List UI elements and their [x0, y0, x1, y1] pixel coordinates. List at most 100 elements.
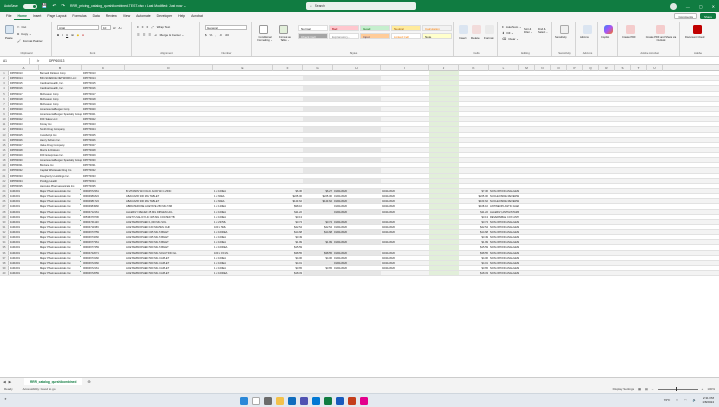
cell-c[interactable]: 00904677361: [82, 240, 125, 244]
cell-k[interactable]: $15.59: [459, 245, 489, 249]
cell-k[interactable]: $3.65: [459, 266, 489, 270]
cell-h[interactable]: [333, 215, 381, 219]
cell-g[interactable]: $1.99: [303, 240, 333, 244]
cell-style-calculation[interactable]: Calculation: [422, 25, 452, 31]
cell-a[interactable]: DPP60013: [9, 71, 39, 75]
cell-h[interactable]: 01/01/2020: [333, 230, 381, 234]
cell-f[interactable]: $98.10: [273, 204, 303, 208]
cell-e[interactable]: 1 x 1000EA: [213, 245, 273, 249]
cell-e[interactable]: 1 x 100EA: [213, 266, 273, 270]
cell-d[interactable]: B-VITAMIN W/ FOLIC ACID W/ C-ZINC: [125, 189, 213, 193]
cell-e[interactable]: 1 x 120EA: [213, 204, 273, 208]
cell-a[interactable]: 1101001: [9, 261, 39, 265]
tab-home[interactable]: Home: [14, 12, 30, 20]
tab-view[interactable]: View: [120, 12, 133, 20]
cell-a[interactable]: 1101001: [9, 256, 39, 260]
cell-b[interactable]: Henry Schein Inc.: [39, 138, 82, 142]
close-icon[interactable]: ✕: [712, 4, 715, 9]
cell-k[interactable]: $3.74: [459, 220, 489, 224]
conditional-format-button[interactable]: Conditional Formatting ⌄: [255, 36, 275, 42]
cell-g[interactable]: $225.00: [303, 194, 333, 198]
fill-color-icon[interactable]: ◆: [77, 33, 79, 37]
cell-a[interactable]: 1101001: [9, 220, 39, 224]
format-button[interactable]: Format: [484, 36, 494, 40]
cell-a[interactable]: DPP60034: [9, 179, 39, 183]
row-number[interactable]: 40: [0, 271, 9, 276]
comma-icon[interactable]: ,: [215, 33, 216, 37]
cell-a[interactable]: DPP60026: [9, 138, 39, 142]
font-size-select[interactable]: 10: [101, 25, 111, 30]
chevron-up-icon[interactable]: ˄: [676, 398, 678, 402]
cell-d[interactable]: ABACAVIR 300 MG TABLET: [125, 194, 213, 198]
cell-k[interactable]: $225.00: [459, 194, 489, 198]
cell-c[interactable]: 00904712161: [82, 210, 125, 214]
cell-b[interactable]: Kinray Inc.: [39, 122, 82, 126]
align-bottom-icon[interactable]: ≡: [147, 25, 149, 29]
cell-c[interactable]: DPP70015: [82, 81, 125, 85]
cell-c[interactable]: DPP70016: [82, 86, 125, 90]
row-number[interactable]: 17: [0, 153, 9, 158]
row-number[interactable]: 36: [0, 250, 9, 255]
document-cloud-icon[interactable]: [693, 25, 702, 34]
cell-l[interactable]: NON-OPIOID ANALGESICS: [489, 230, 519, 234]
cell-k[interactable]: $108.10: [459, 204, 489, 208]
cell-h[interactable]: 01/01/2020: [333, 261, 381, 265]
tab-automate[interactable]: Automate: [133, 12, 154, 20]
cell-i[interactable]: 02/21/2020: [381, 251, 429, 255]
cell-l[interactable]: NON-OPIOID ANALGESICS: [489, 271, 519, 275]
cell-b[interactable]: AmerisourceBergen Corp: [39, 107, 82, 111]
task-view-icon[interactable]: [264, 397, 272, 405]
row-number[interactable]: 1: [0, 71, 9, 76]
wifi-icon[interactable]: ◠: [684, 398, 687, 402]
cell-f[interactable]: $143.62: [273, 199, 303, 203]
cell-c[interactable]: 00904681724: [82, 199, 125, 203]
cell-g[interactable]: [303, 210, 333, 214]
cell-l[interactable]: NON-OPIOID ANALGESICS: [489, 225, 519, 229]
cell-a[interactable]: 1101001: [9, 240, 39, 244]
cell-b[interactable]: Major Pharmaceuticals Inc.: [39, 210, 82, 214]
row-number[interactable]: 24: [0, 188, 9, 194]
cell-b[interactable]: CuraScript Inc.: [39, 133, 82, 137]
cell-f[interactable]: $6.36: [273, 189, 303, 193]
cell-k[interactable]: $11.22: [459, 210, 489, 214]
cell-a[interactable]: 1101001: [9, 271, 39, 275]
cell-k[interactable]: $3.13: [459, 215, 489, 219]
cell-e[interactable]: 1 x 1000EA: [213, 271, 273, 275]
cell-f[interactable]: $3.13: [273, 215, 303, 219]
cell-l[interactable]: NUCLEOSIDE REVERSE TR INHIBITORS: [489, 199, 519, 203]
increase-decimal-icon[interactable]: .0: [219, 33, 222, 37]
volume-icon[interactable]: 🔈: [693, 398, 697, 402]
document-cloud-button[interactable]: Document Cloud: [685, 36, 713, 39]
row-number[interactable]: 4: [0, 86, 9, 91]
row-number[interactable]: 14: [0, 137, 9, 142]
indent-icon[interactable]: ⇥: [154, 33, 157, 37]
cell-g[interactable]: $3.74: [303, 220, 333, 224]
align-left-icon[interactable]: ☰: [137, 33, 140, 37]
sensitivity-button[interactable]: Sensitivity: [555, 36, 567, 39]
cell-a[interactable]: DPP60021: [9, 112, 39, 116]
cell-c[interactable]: 00904673759: [82, 230, 125, 234]
cell-a[interactable]: DPP60029: [9, 153, 39, 157]
cell-c[interactable]: 00904672161: [82, 266, 125, 270]
error-indicator-icon[interactable]: [80, 235, 81, 237]
row-number[interactable]: 39: [0, 265, 9, 271]
cell-i[interactable]: 02/21/2020: [381, 210, 429, 214]
cell-g[interactable]: [303, 204, 333, 208]
error-indicator-icon[interactable]: [80, 265, 81, 267]
cell-d[interactable]: ACETYLSALICYLIC 325 MG COATED TB: [125, 215, 213, 219]
cell-l[interactable]: NON-OPIOID ANALGESICS: [489, 256, 519, 260]
redo-icon[interactable]: ↷: [61, 3, 65, 9]
error-indicator-icon[interactable]: [80, 194, 81, 196]
cell-c[interactable]: DPP70013: [82, 71, 125, 75]
cell-i[interactable]: 02/21/2020: [381, 256, 429, 260]
app-icon[interactable]: [360, 397, 368, 405]
avatar[interactable]: [669, 2, 677, 10]
error-indicator-icon[interactable]: [80, 271, 81, 273]
cell-i[interactable]: 02/21/2020: [381, 230, 429, 234]
cell-c[interactable]: DPP70014: [82, 76, 125, 80]
cell-c[interactable]: DPP70020: [82, 107, 125, 111]
cell-i[interactable]: [381, 215, 429, 219]
tab-formulas[interactable]: Formulas: [69, 12, 89, 20]
row-number[interactable]: 9: [0, 112, 9, 117]
cell-h[interactable]: 01/01/2020: [333, 204, 381, 208]
